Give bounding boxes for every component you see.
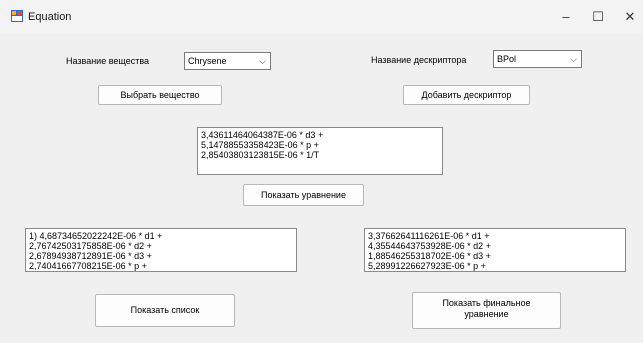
maximize-button[interactable]: ☐ xyxy=(589,8,607,26)
list-line: 2,67894938712891E-06 * d3 + xyxy=(29,251,152,261)
show-list-button[interactable]: Показать список xyxy=(95,294,235,327)
list-textbox[interactable]: 1) 4,68734652022242E-06 * d1 + 2,7674250… xyxy=(25,228,297,272)
add-descriptor-button-label: Добавить дескриптор xyxy=(421,90,512,100)
add-descriptor-button[interactable]: Добавить дескриптор xyxy=(403,85,530,105)
equation-line: 5,14788553358423E-06 * p + xyxy=(201,140,319,150)
descriptor-select[interactable]: BPol ⌵ xyxy=(493,50,582,68)
show-list-button-label: Показать список xyxy=(130,305,200,315)
list-line: 2,74041667708215E-06 * p + xyxy=(29,261,147,271)
equation-line: 3,43611464064387E-06 * d3 + xyxy=(201,130,324,140)
final-line: 3,37662641116261E-06 * d1 + xyxy=(368,231,490,241)
select-substance-button[interactable]: Выбрать вещество xyxy=(98,85,222,105)
select-substance-button-label: Выбрать вещество xyxy=(120,90,200,100)
window-title: Equation xyxy=(28,11,72,23)
list-line: 2,76742503175858E-06 * d2 + xyxy=(29,241,152,251)
final-line: 4,35544643753928E-06 * d2 + xyxy=(368,241,491,251)
close-button[interactable]: ✕ xyxy=(621,8,639,26)
app-icon xyxy=(11,10,23,22)
descriptor-select-value: BPol xyxy=(497,54,517,64)
show-equation-button-label: Показать уравнение xyxy=(261,190,346,200)
equation-line: 2,85403803123815E-06 * 1/T xyxy=(201,150,320,160)
chevron-down-icon: ⌵ xyxy=(259,56,266,66)
show-final-button-line2: уравнение xyxy=(464,309,509,319)
show-final-button-line1: Показать финальное xyxy=(442,298,531,308)
descriptor-label: Название дескриптора xyxy=(371,55,467,65)
final-line: 1,88546255318702E-06 * d3 + xyxy=(368,251,491,261)
minimize-button[interactable]: – xyxy=(557,8,575,26)
substance-label: Название вещества xyxy=(66,56,150,66)
substance-select[interactable]: Chrysene ⌵ xyxy=(184,52,271,70)
equation-textbox[interactable]: 3,43611464064387E-06 * d3 + 5,1478855335… xyxy=(197,127,443,175)
show-final-equation-button[interactable]: Показать финальное уравнение xyxy=(412,292,561,329)
chevron-down-icon: ⌵ xyxy=(570,54,577,64)
show-equation-button[interactable]: Показать уравнение xyxy=(243,184,364,206)
list-line: 1) 4,68734652022242E-06 * d1 + xyxy=(29,231,163,241)
substance-select-value: Chrysene xyxy=(188,56,227,66)
title-bar: Equation – ☐ ✕ xyxy=(0,0,643,34)
final-equation-textbox[interactable]: 3,37662641116261E-06 * d1 + 4,3554464375… xyxy=(364,228,626,272)
final-line: 5,28991226627923E-06 * p + xyxy=(368,261,486,271)
